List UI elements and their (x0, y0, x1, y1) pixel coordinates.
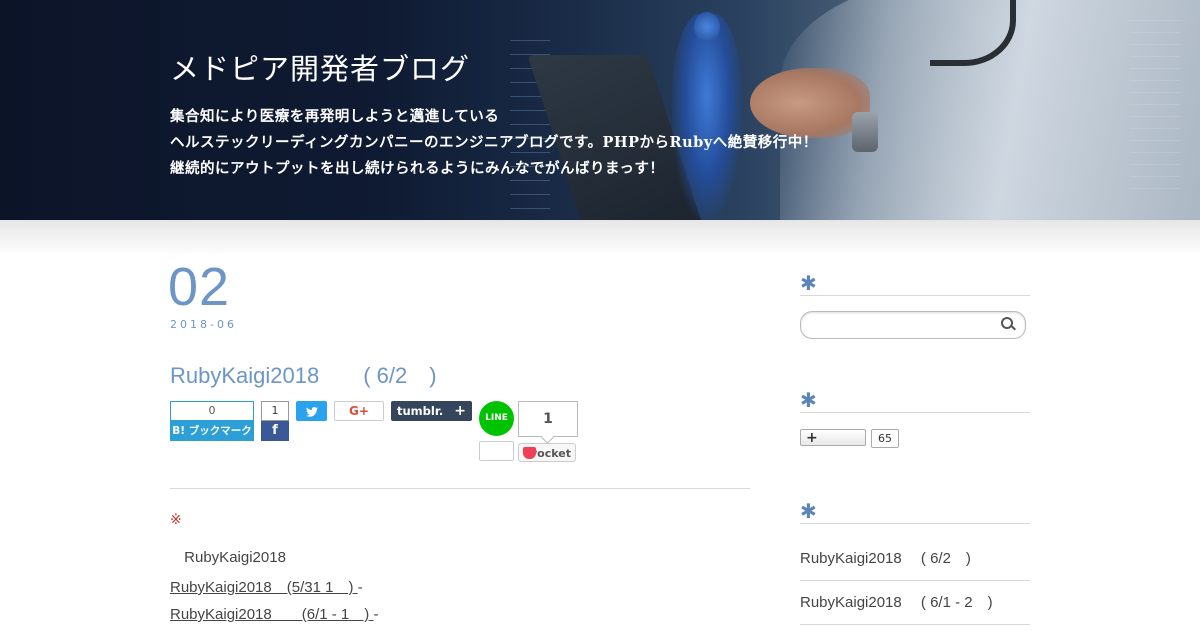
pocket-count: 1 (518, 401, 578, 437)
sidebar-heading-recent: ✱ (800, 499, 1030, 524)
line-share-button[interactable]: LINE (479, 401, 514, 436)
search-input[interactable] (800, 311, 1026, 339)
pocket-save-button[interactable]: Pocket (518, 443, 576, 462)
site-description-line: ヘルステックリーディングカンパニーのエンジニアブログです。PHPからRubyへ絶… (170, 134, 818, 151)
hatena-count: 0 (170, 401, 254, 421)
banner-watch (852, 112, 878, 152)
related-post-link[interactable]: RubyKaigi2018 (6/1 - 1 ) - (170, 603, 378, 624)
post-date-month: 2018-06 (170, 318, 237, 331)
tumblr-label: tumblr. (397, 404, 444, 418)
post-date-day: 02 (168, 257, 231, 317)
site-description-line: 集合知により医療を再発明しようと邁進している (170, 108, 500, 125)
sidebar-heading-follow: ✱ (800, 388, 1030, 413)
site-description: 集合知により医療を再発明しようと邁進している ヘルステックリーディングカンパニー… (170, 104, 818, 182)
search-icon[interactable] (1001, 317, 1013, 329)
site-title[interactable]: メドピア開発者ブログ (170, 46, 470, 88)
hatena-bookmark-button[interactable]: 0 B! ブックマーク (170, 401, 254, 441)
link-dash: - (357, 579, 363, 596)
note-mark: ※ (170, 512, 182, 528)
header-shadow (0, 220, 1200, 256)
twitter-icon (305, 406, 318, 417)
facebook-count: 1 (261, 401, 289, 421)
header-banner: メドピア開発者ブログ 集合知により医療を再発明しようと邁進している ヘルステック… (0, 0, 1200, 220)
tumblr-share-button[interactable]: tumblr. + (391, 401, 472, 421)
hatena-label[interactable]: B! ブックマーク (170, 421, 254, 441)
facebook-icon[interactable]: f (261, 421, 289, 441)
plus-icon: + (454, 403, 466, 419)
divider (170, 488, 750, 489)
follower-count: 65 (871, 429, 899, 448)
related-post-link[interactable]: RubyKaigi2018 (5/31 1 ) - (170, 576, 363, 597)
google-plus-share-button[interactable]: G+ (334, 401, 384, 421)
recent-post-link[interactable]: RubyKaigi2018 ( 6/1 - 2 ) (800, 581, 1030, 625)
related-post-link-text[interactable]: RubyKaigi2018 (5/31 1 ) (170, 579, 353, 596)
line-count (479, 441, 514, 461)
related-post-link-text[interactable]: RubyKaigi2018 (6/1 - 1 ) (170, 606, 369, 623)
post-title[interactable]: RubyKaigi2018 ( 6/2 ) (170, 358, 437, 390)
post-body-text: RubyKaigi2018 (180, 549, 286, 566)
twitter-share-button[interactable] (296, 401, 327, 421)
banner-anatomy-head (694, 12, 720, 42)
sidebar-heading-search: ✱ (800, 271, 1030, 296)
site-description-line: 継続的にアウトプットを出し続けられるようにみんなでがんばりまっす！ (170, 160, 665, 177)
banner-decoration (1130, 20, 1180, 200)
pocket-icon (523, 447, 536, 459)
recent-post-link[interactable]: RubyKaigi2018 ( 6/2 ) (800, 537, 1030, 581)
facebook-share-button[interactable]: 1 f (261, 401, 289, 441)
follow-button[interactable]: + (800, 429, 866, 446)
link-dash: - (373, 606, 379, 623)
